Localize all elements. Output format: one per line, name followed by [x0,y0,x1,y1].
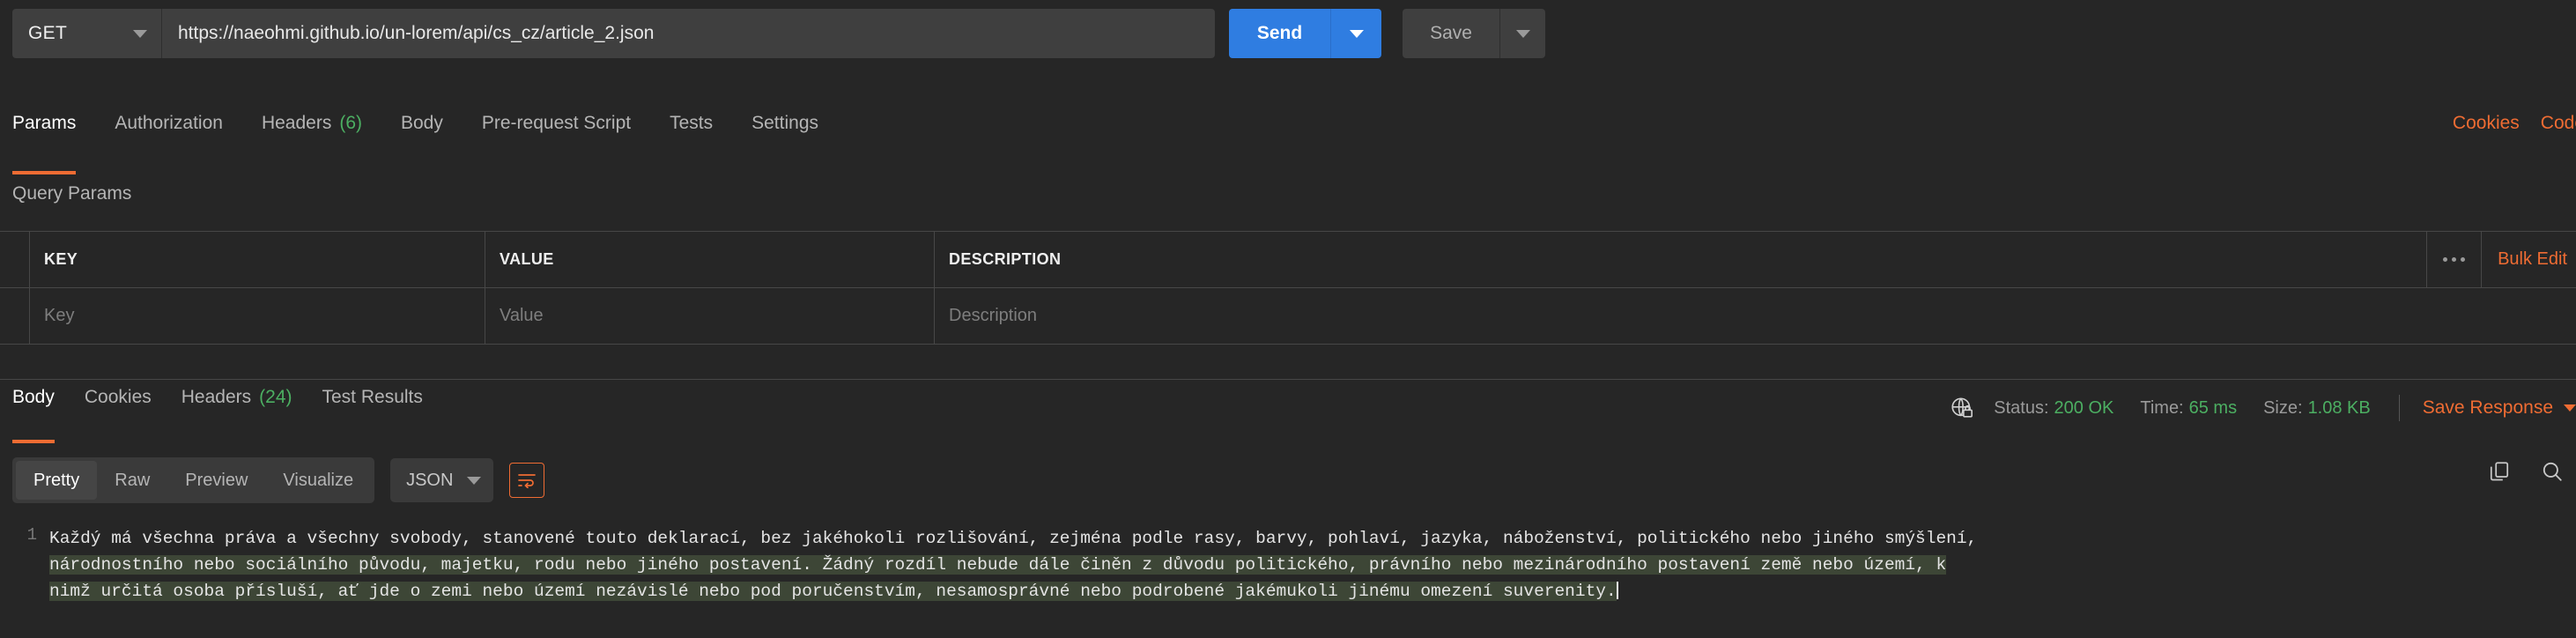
row-checkbox-cell[interactable] [0,288,30,344]
chevron-down-icon [1349,29,1364,38]
query-params-heading: Query Params [12,183,132,204]
tab-label: Cookies [84,387,152,407]
http-method-label: GET [28,23,68,43]
select-all-cell [0,232,30,287]
response-body-viewer[interactable]: 1 Každý má všechna práva a všechny svobo… [0,516,2576,638]
tab-label: Authorization [115,113,223,133]
send-button-group: Send [1229,9,1381,58]
view-raw[interactable]: Raw [97,461,167,500]
response-status-bar: Status: 200 OK Time: 65 ms Size: 1.08 KB Sa… [1950,388,2576,428]
query-params-table: KEY VALUE DESCRIPTION Bulk Edit Key Valu… [0,231,2576,345]
param-description-input[interactable]: Description [935,288,2576,344]
line-number-gutter: 1 [0,516,49,638]
param-value-input[interactable]: Value [485,288,935,344]
url-text: https://naeohmi.github.io/un-lorem/api/c… [178,23,655,43]
save-button[interactable]: Save [1403,9,1499,58]
tab-headers[interactable]: Headers (6) [262,106,362,174]
cookies-link[interactable]: Cookies [2453,113,2520,134]
chevron-down-icon [133,29,147,38]
response-format-select[interactable]: JSON [390,458,494,502]
table-tools: Bulk Edit [2426,231,2576,288]
tab-label: Body [12,387,55,407]
view-preview[interactable]: Preview [167,461,265,500]
ellipsis-icon[interactable] [2426,231,2481,288]
search-icon[interactable] [2541,460,2564,483]
divider [2398,395,2400,421]
save-options-button[interactable] [1499,9,1545,58]
tab-pre-request-script[interactable]: Pre-request Script [482,106,631,174]
copy-icon[interactable] [2488,460,2511,483]
body-line-3: nimž určitá osoba přísluší, ať jde o zem… [49,582,1617,601]
response-body-text[interactable]: Každý má všechna práva a všechny svobody… [49,516,2576,638]
status-code: Status: 200 OK [1994,397,2114,418]
tab-label: Test Results [322,387,423,407]
tab-params[interactable]: Params [12,106,77,174]
response-tab-body[interactable]: Body [12,380,55,443]
http-method-selector[interactable]: GET [12,9,162,58]
tab-label: Headers [261,113,332,133]
save-button-group: Save [1403,9,1545,58]
response-body-toolbar: Pretty Raw Preview Visualize JSON [12,457,545,503]
url-input[interactable]: https://naeohmi.github.io/un-lorem/api/c… [162,9,1215,58]
tab-tests[interactable]: Tests [670,106,713,174]
tab-label: Params [12,113,77,133]
tab-settings[interactable]: Settings [751,106,818,174]
save-response-button[interactable]: Save Response [2423,397,2553,419]
chevron-down-icon [1515,29,1530,38]
response-size: Size: 1.08 KB [2263,397,2371,418]
body-line-2: národnostního nebo sociálního původu, ma… [49,555,1947,575]
request-tab-bar: Params Authorization Headers (6) Body Pr… [0,106,2576,176]
view-pretty[interactable]: Pretty [16,461,98,500]
bulk-edit-button[interactable]: Bulk Edit [2481,231,2576,288]
column-header-key: KEY [30,232,485,287]
response-view-switcher: Pretty Raw Preview Visualize [12,457,375,503]
tab-label: Headers [181,387,252,407]
globe-lock-icon[interactable] [1950,396,1974,420]
code-link[interactable]: Code [2541,113,2576,134]
send-button[interactable]: Send [1229,9,1330,58]
text-cursor [1616,582,1618,599]
response-tab-test-results[interactable]: Test Results [322,380,423,443]
tab-authorization[interactable]: Authorization [115,106,223,174]
request-url-bar: GET https://naeohmi.github.io/un-lorem/a… [0,0,2576,67]
wrap-lines-icon[interactable] [509,463,545,498]
table-row: Key Value Description [0,288,2576,345]
tab-body[interactable]: Body [401,106,443,174]
tab-label: Settings [751,113,819,133]
view-visualize[interactable]: Visualize [265,461,371,500]
param-key-input[interactable]: Key [30,288,485,344]
send-options-button[interactable] [1330,9,1381,58]
request-tabs-right-links: Cookies Code [2453,113,2576,134]
response-tab-cookies[interactable]: Cookies [85,380,152,443]
response-time: Time: 65 ms [2140,397,2238,418]
tab-label: Body [401,113,443,133]
tab-label: Pre-request Script [481,113,632,133]
tab-count-badge: (24) [259,387,292,407]
response-tab-headers[interactable]: Headers (24) [181,380,292,443]
tab-label: Tests [670,113,714,133]
table-header-row: KEY VALUE DESCRIPTION Bulk Edit [0,231,2576,288]
response-body-actions [2488,460,2564,483]
column-header-value: VALUE [485,232,935,287]
format-label: JSON [406,470,454,490]
chevron-down-icon [467,476,482,485]
column-header-description: DESCRIPTION Bulk Edit [935,231,2576,288]
tab-count-badge: (6) [339,113,362,133]
line-number: 1 [26,525,37,545]
chevron-down-icon[interactable] [2564,404,2576,412]
body-line-1: Každý má všechna práva a všechny svobody… [49,529,1978,548]
